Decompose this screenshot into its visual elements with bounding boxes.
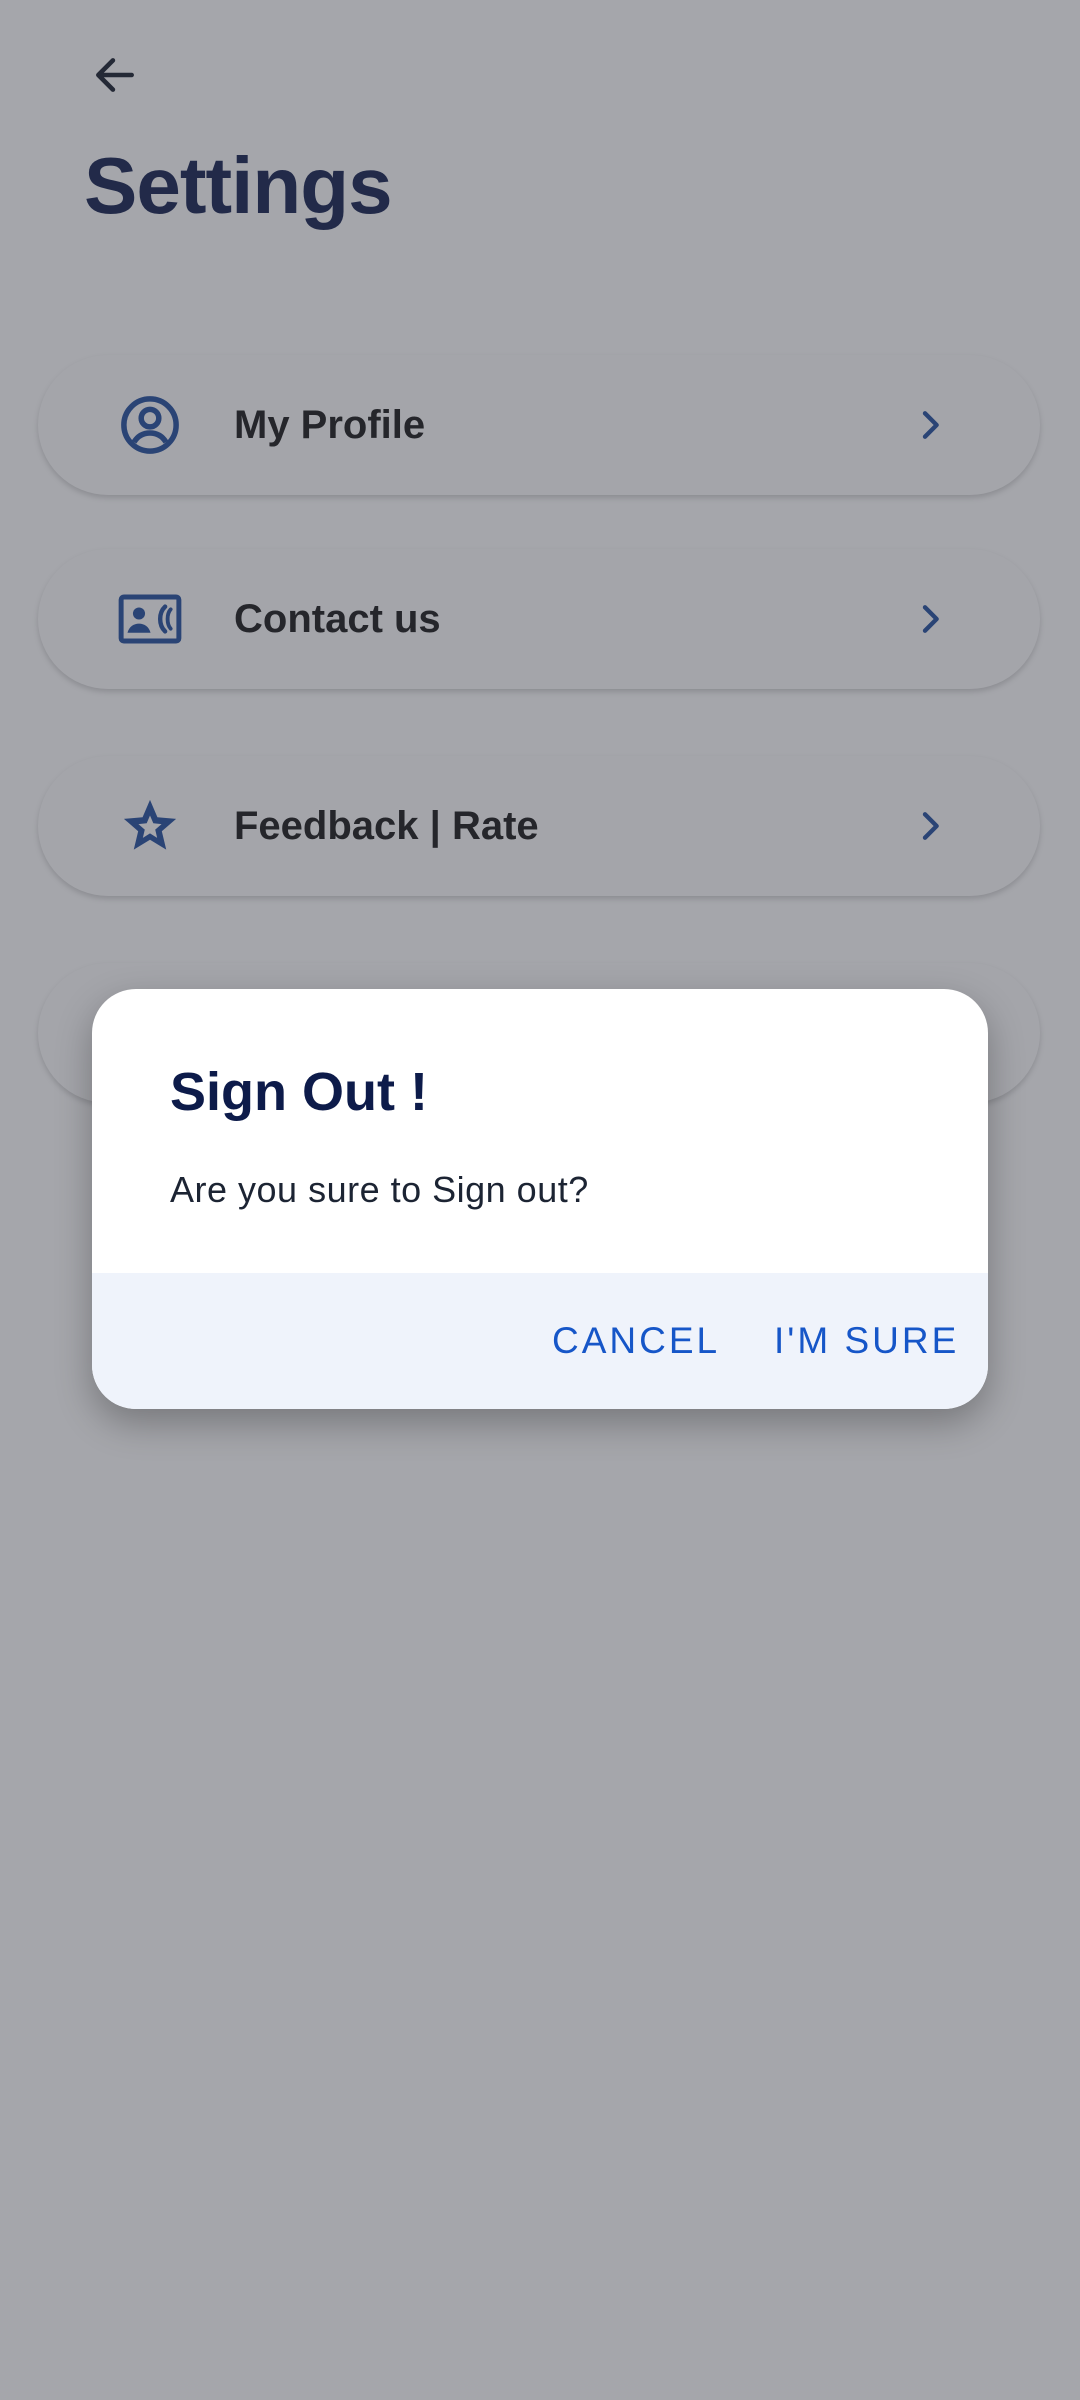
sign-out-dialog: Sign Out ! Are you sure to Sign out? CAN… <box>92 989 988 1409</box>
dialog-title: Sign Out ! <box>170 1062 428 1122</box>
confirm-sign-out-button[interactable]: I'M SURE <box>774 1273 959 1409</box>
cancel-button[interactable]: CANCEL <box>552 1273 720 1409</box>
dialog-actions: CANCEL I'M SURE <box>92 1273 988 1409</box>
dialog-message: Are you sure to Sign out? <box>170 1169 589 1210</box>
